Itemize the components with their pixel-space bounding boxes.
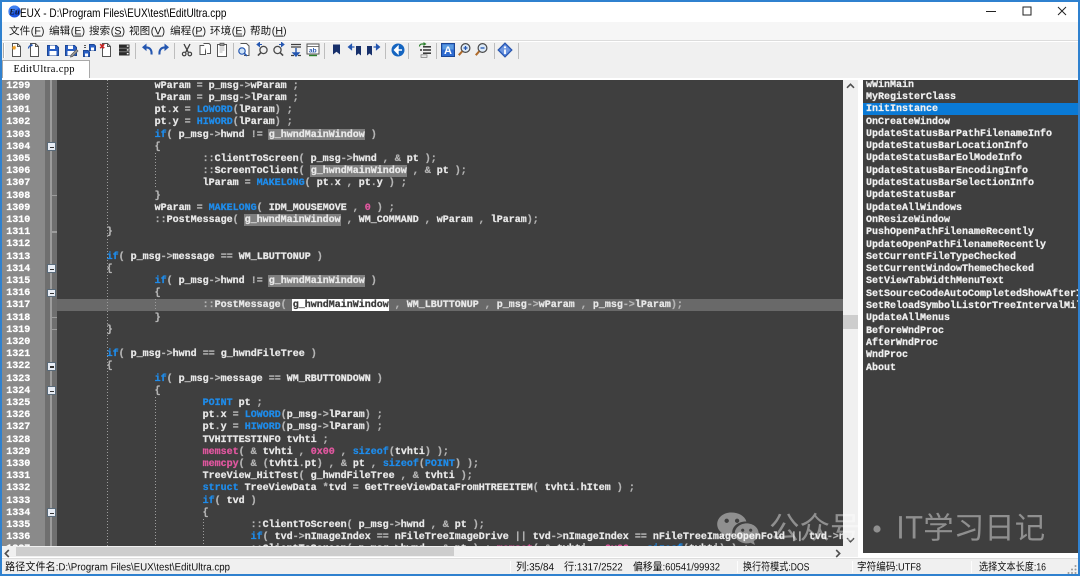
svg-text:Eu: Eu: [8, 7, 20, 16]
svg-text:ab: ab: [309, 48, 317, 55]
svg-text:A: A: [444, 45, 452, 57]
